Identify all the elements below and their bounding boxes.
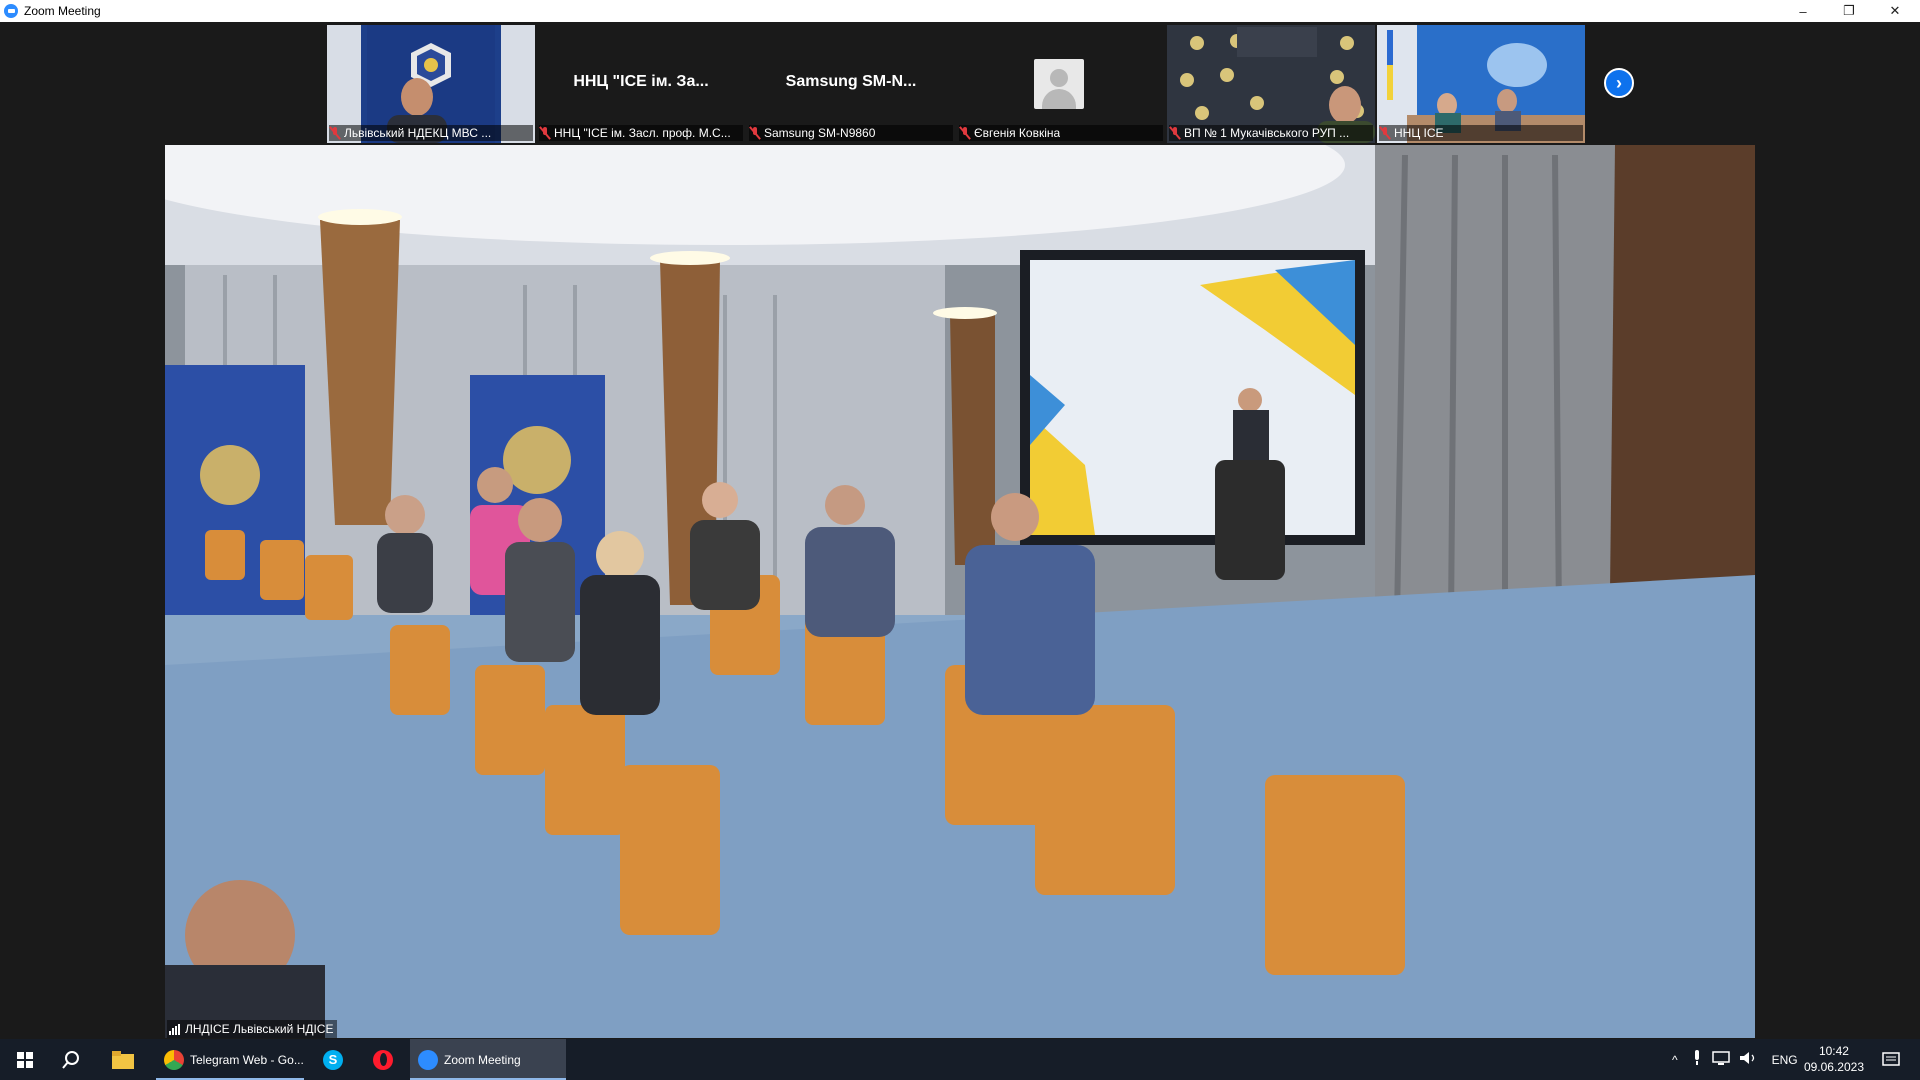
participant-strip: Львівський НДЕКЦ МВС ... ННЦ "ІСЕ ім. За… <box>327 25 1587 143</box>
language-indicator[interactable]: ENG <box>1772 1053 1798 1067</box>
participant-name-label: Львівський НДЕКЦ МВС ... <box>329 125 533 141</box>
participant-tile[interactable]: Євгенія Ковкіна <box>957 25 1165 143</box>
notifications-icon[interactable] <box>1876 1039 1906 1080</box>
default-avatar-icon <box>1034 59 1084 109</box>
participant-name-label: ВП № 1 Мукачівського РУП ... <box>1169 125 1373 141</box>
clock-date: 09.06.2023 <box>1803 1060 1864 1074</box>
network-icon[interactable] <box>1711 1051 1730 1068</box>
zoom-icon <box>418 1049 438 1070</box>
participant-name-label: ННЦ "ІСЕ ім. Засл. проф. М.С... <box>539 125 743 141</box>
mic-muted-icon <box>329 126 341 140</box>
participant-name-center: Samsung SM-N... <box>785 73 917 90</box>
mic-muted-icon <box>959 126 971 140</box>
mic-muted-icon <box>539 126 551 140</box>
microphone-icon[interactable] <box>1692 1050 1702 1069</box>
participant-tile[interactable]: ВП № 1 Мукачівського РУП ... <box>1167 25 1375 143</box>
taskbar-app-telegram[interactable]: Telegram Web - Go... <box>156 1039 304 1080</box>
restore-button[interactable]: ❐ <box>1826 0 1872 22</box>
taskbar-app-zoom[interactable]: Zoom Meeting <box>410 1039 566 1080</box>
windows-taskbar: Telegram Web - Go... S Zoom Meeting ^ EN… <box>0 1039 1920 1080</box>
participant-tile[interactable]: Samsung SM-N... Samsung SM-N9860 <box>747 25 955 143</box>
main-video: ЛНДІСЕ Львівський НДІСЕ <box>165 145 1755 1038</box>
speaker-name-label: ЛНДІСЕ Львівський НДІСЕ <box>167 1020 338 1038</box>
participant-tile[interactable]: ННЦ "ІСЕ ім. За... ННЦ "ІСЕ ім. Засл. пр… <box>537 25 745 143</box>
participant-name-center: ННЦ "ІСЕ ім. За... <box>573 73 709 90</box>
mic-muted-icon <box>749 126 761 140</box>
system-tray: ^ ENG <box>1672 1039 1798 1080</box>
participant-name-label: Євгенія Ковкіна <box>959 125 1163 141</box>
conference-room-video <box>165 145 1755 1038</box>
mic-muted-icon <box>1379 126 1391 140</box>
chevron-up-icon[interactable]: ^ <box>1672 1053 1678 1067</box>
participant-tile[interactable]: Львівський НДЕКЦ МВС ... <box>327 25 535 143</box>
windows-start-icon[interactable] <box>10 1039 40 1080</box>
window-title-bar: Zoom Meeting – ❐ ✕ <box>0 0 1920 22</box>
signal-strength-icon <box>169 1023 181 1035</box>
participant-name-label: Samsung SM-N9860 <box>749 125 953 141</box>
search-icon[interactable] <box>56 1039 86 1080</box>
mic-muted-icon <box>1169 126 1181 140</box>
taskbar-clock[interactable]: 10:42 09.06.2023 <box>1804 1043 1864 1075</box>
zoom-meeting-area: Львівський НДЕКЦ МВС ... ННЦ "ІСЕ ім. За… <box>0 22 1920 1039</box>
opera-icon[interactable] <box>368 1039 398 1080</box>
minimize-button[interactable]: – <box>1780 0 1826 22</box>
clock-time: 10:42 <box>1818 1044 1849 1058</box>
chrome-icon <box>164 1049 184 1070</box>
skype-icon[interactable]: S <box>318 1039 348 1080</box>
volume-icon[interactable] <box>1739 1051 1758 1068</box>
participant-name-label: ННЦ ІСЕ <box>1379 125 1583 141</box>
window-title: Zoom Meeting <box>24 4 101 18</box>
close-button[interactable]: ✕ <box>1872 0 1918 22</box>
chevron-right-icon[interactable]: › <box>1604 68 1634 98</box>
zoom-app-icon <box>4 4 18 18</box>
participant-tile[interactable]: ННЦ ІСЕ <box>1377 25 1585 143</box>
file-explorer-icon[interactable] <box>108 1039 138 1080</box>
